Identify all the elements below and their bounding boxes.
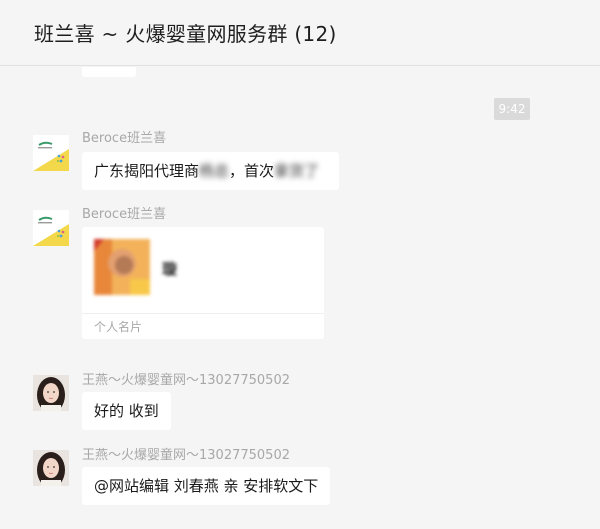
message-text: 好的 收到 [94, 402, 159, 420]
blurred-name-text: 杨总 [199, 162, 230, 180]
user-photo-icon [33, 375, 69, 411]
sender-name: 王燕～火爆婴童网～13027750502 [82, 448, 290, 463]
message-bubble[interactable]: 好的 收到 [82, 392, 171, 430]
contact-card-photo [94, 239, 150, 295]
message-bubble[interactable]: @网站编辑 刘春燕 亲 安排软文下 [82, 467, 331, 505]
user-photo-icon [33, 450, 69, 486]
message-timestamp: 9:42 [494, 98, 530, 120]
contact-card-label: 个人名片 [94, 320, 143, 334]
avatar-beroce[interactable] [33, 210, 69, 246]
message-list[interactable]: 9:42 Beroce班兰喜 广东揭阳代理商杨总，首次拿货了 Beroce班兰喜… [0, 67, 600, 529]
message-text-separator: ，首次 [229, 162, 275, 180]
contact-card[interactable]: 璇 个人名片 [82, 227, 324, 339]
chat-header: 班兰喜 ~ 火爆婴童网服务群 (12) [0, 0, 600, 66]
message-bubble[interactable]: 广东揭阳代理商杨总，首次拿货了 [82, 152, 339, 190]
sender-name: 王燕～火爆婴童网～13027750502 [82, 373, 290, 388]
previous-message-bubble[interactable] [82, 67, 136, 77]
avatar-wangyan[interactable] [33, 450, 69, 486]
sender-name: Beroce班兰喜 [82, 207, 167, 222]
avatar-wangyan[interactable] [33, 375, 69, 411]
message-text: 广东揭阳代理商 [94, 162, 200, 180]
beroce-logo-icon [33, 210, 69, 246]
beroce-logo-icon [33, 135, 69, 171]
blurred-text: 拿货了 [274, 162, 320, 180]
group-title[interactable]: 班兰喜 ~ 火爆婴童网服务群 (12) [34, 18, 337, 47]
avatar-beroce[interactable] [33, 135, 69, 171]
message-text: @网站编辑 刘春燕 亲 安排软文下 [94, 477, 319, 495]
sender-name: Beroce班兰喜 [82, 131, 167, 146]
card-divider [82, 313, 324, 314]
contact-card-name: 璇 [162, 260, 178, 278]
